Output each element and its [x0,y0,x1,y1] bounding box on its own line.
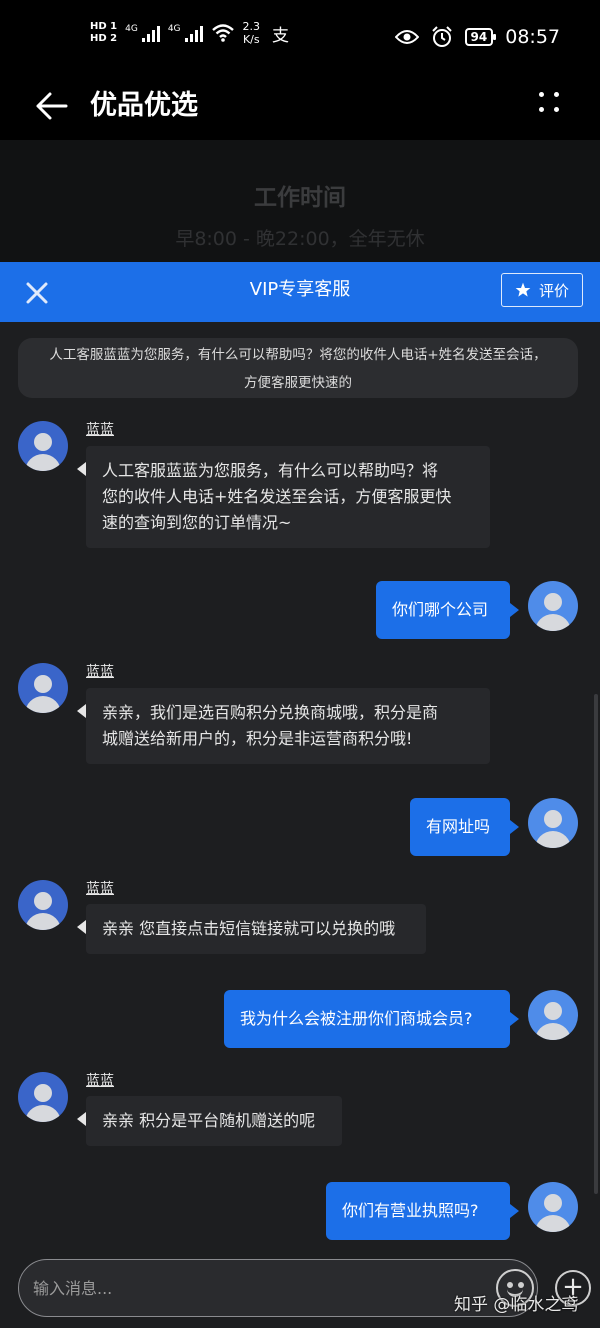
work-hours-title: 工作时间 [254,185,346,211]
message-text: 我为什么会被注册你们商城会员? [240,1009,473,1028]
arrow-left-icon[interactable] [34,86,74,126]
system-notice-line: 方便客服更快速的 [244,375,352,391]
user-avatar [528,798,578,848]
message-text: 你们有营业执照吗? [342,1201,479,1220]
star-icon [515,282,531,297]
status-left: HD 1 HD 2 4G 4G 2.3 K/s 支 [90,20,289,46]
eye-icon [394,30,419,44]
message-text: 有网址吗 [426,817,491,836]
rate-button[interactable]: 评价 [501,273,583,307]
chat-area[interactable]: 人工客服蓝蓝为您服务，有什么可以帮助吗？将您的收件人电话+姓名发送至会话， 方便… [0,322,600,1248]
user-avatar [528,581,578,631]
sender-name[interactable]: 蓝蓝 [86,878,114,898]
vip-service-header: VIP专享客服 评价 [0,262,600,322]
message-input-bar: + 知乎 @临水之鸢 [0,1248,600,1328]
agent-message-bubble: 亲亲 积分是平台随机赠送的呢 [77,1096,342,1146]
status-right: 94 08:57 [394,26,560,48]
user-message-bubble: 你们哪个公司 [376,581,519,639]
wifi-icon [211,24,234,42]
dots-grid-icon[interactable] [537,90,561,114]
sim1-label: HD 1 [90,21,118,32]
sim2-label: HD 2 [90,33,118,44]
network-2-label: 4G [167,24,181,34]
alipay-icon: 支 [272,25,290,46]
agent-avatar [18,880,68,930]
speed-value: 2.3 [242,20,261,33]
agent-message-bubble: 人工客服蓝蓝为您服务，有什么可以帮助吗？将 您的收件人电话+姓名发送至会话，方便… [77,446,490,548]
message-line: 亲亲，我们是选百购积分兑换商城哦，积分是商 [102,703,439,722]
sender-name[interactable]: 蓝蓝 [86,419,114,439]
user-message-bubble: 我为什么会被注册你们商城会员? [224,990,519,1048]
agent-message-bubble: 亲亲 您直接点击短信链接就可以兑换的哦 [77,904,426,954]
page-title: 优品优选 [90,90,198,121]
message-text: 你们哪个公司 [392,600,489,619]
user-message-bubble: 有网址吗 [410,798,519,856]
alarm-icon [431,26,452,47]
dimmed-background: 工作时间 早8:00 - 晚22:00，全年无休 [0,140,600,262]
sender-name[interactable]: 蓝蓝 [86,1070,114,1090]
user-avatar [528,1182,578,1232]
message-line: 人工客服蓝蓝为您服务，有什么可以帮助吗？将 [102,461,439,480]
app-header: 优品优选 [0,76,600,140]
agent-avatar [18,663,68,713]
sender-name[interactable]: 蓝蓝 [86,661,114,681]
user-avatar [528,990,578,1040]
message-line: 亲亲 积分是平台随机赠送的呢 [102,1111,316,1130]
battery-indicator: 94 [464,28,496,46]
agent-message-bubble: 亲亲，我们是选百购积分兑换商城哦，积分是商 城赠送给新用户的，积分是非运营商积分… [77,688,490,764]
network-1-label: 4G [125,24,138,34]
agent-avatar [18,1072,68,1122]
signal-2-icon: 4G [168,24,203,42]
rate-label: 评价 [538,281,569,300]
work-hours-text: 早8:00 - 晚22:00，全年无休 [175,228,425,250]
agent-avatar [18,421,68,471]
message-line: 亲亲 您直接点击短信链接就可以兑换的哦 [102,919,396,938]
network-speed: 2.3 K/s [243,20,261,46]
message-line: 速的查询到您的订单情况~ [102,513,292,532]
speed-unit: K/s [242,33,260,46]
watermark: 知乎 @临水之鸢 [454,1295,579,1315]
signal-1-icon: 4G [125,24,160,42]
sim-indicator: HD 1 HD 2 [90,21,117,45]
message-line: 您的收件人电话+姓名发送至会话，方便客服更快 [102,487,452,506]
message-line: 城赠送给新用户的，积分是非运营商积分哦! [102,729,413,748]
system-notice: 人工客服蓝蓝为您服务，有什么可以帮助吗？将您的收件人电话+姓名发送至会话， 方便… [18,338,578,398]
status-bar: HD 1 HD 2 4G 4G 2.3 K/s 支 94 08:57 [0,0,600,76]
user-message-bubble: 你们有营业执照吗? [326,1182,519,1240]
chat-scrollbar[interactable] [594,694,598,1194]
system-notice-line: 人工客服蓝蓝为您服务，有什么可以帮助吗？将您的收件人电话+姓名发送至会话， [49,347,547,363]
clock: 08:57 [505,26,560,48]
